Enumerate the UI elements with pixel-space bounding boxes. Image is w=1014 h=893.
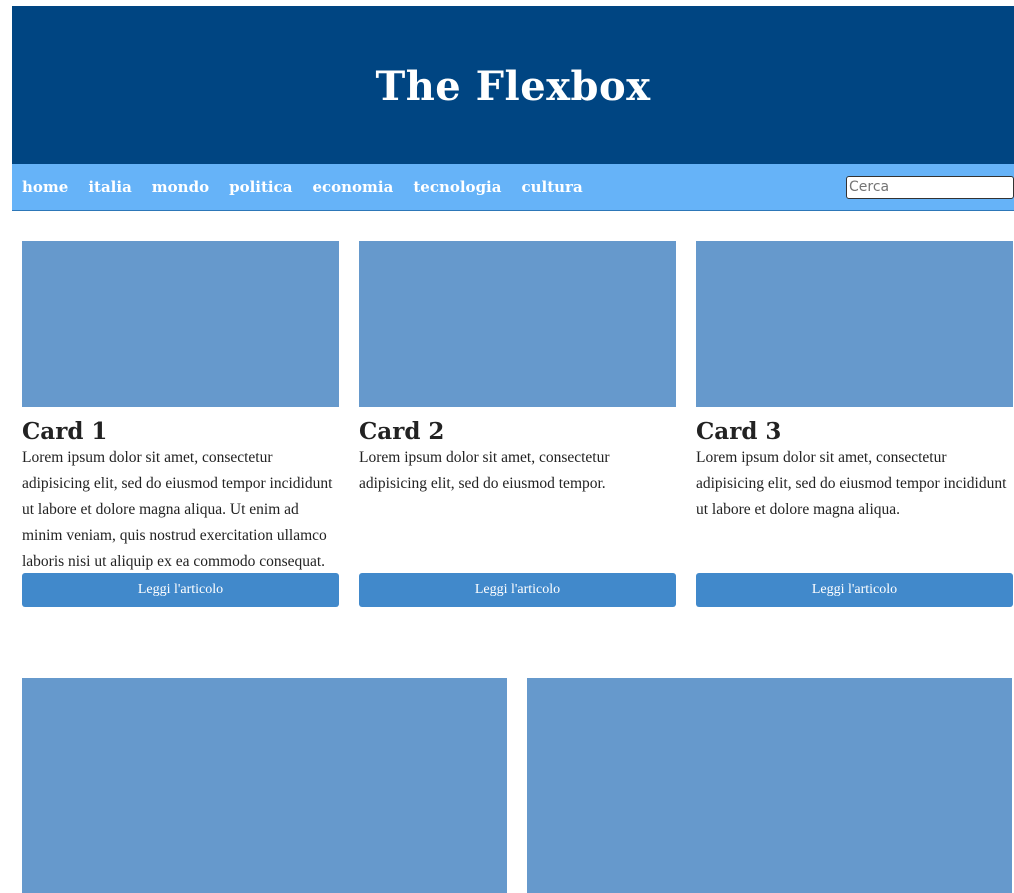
card-body: Card 3 Lorem ipsum dolor sit amet, conse… <box>696 407 1013 564</box>
card-1: Card 1 Lorem ipsum dolor sit amet, conse… <box>22 241 339 607</box>
nav-item-politica[interactable]: politica <box>229 178 292 196</box>
nav-item-home[interactable]: home <box>22 178 68 196</box>
nav-item-italia[interactable]: italia <box>88 178 131 196</box>
read-article-button[interactable]: Leggi l'articolo <box>359 573 676 607</box>
nav-item-mondo[interactable]: mondo <box>152 178 209 196</box>
nav-item-cultura[interactable]: cultura <box>521 178 582 196</box>
card-title: Card 3 <box>696 418 782 445</box>
main-nav: home italia mondo politica economia tecn… <box>12 164 1014 211</box>
read-article-button[interactable]: Leggi l'articolo <box>22 573 339 607</box>
page: The Flexbox home italia mondo politica e… <box>12 6 1014 893</box>
card-title: Card 2 <box>359 418 445 445</box>
featured-image-placeholder-left <box>22 678 507 893</box>
card-image-placeholder <box>359 241 676 407</box>
card-text: Lorem ipsum dolor sit amet, consectetur … <box>22 449 333 570</box>
nav-item-tecnologia[interactable]: tecnologia <box>413 178 501 196</box>
read-article-button[interactable]: Leggi l'articolo <box>696 573 1013 607</box>
search-input[interactable] <box>846 175 1014 199</box>
card-title: Card 1 <box>22 418 108 445</box>
card-text: Lorem ipsum dolor sit amet, consectetur … <box>696 449 1007 518</box>
site-title: The Flexbox <box>375 62 651 110</box>
card-row: Card 1 Lorem ipsum dolor sit amet, conse… <box>22 241 1013 607</box>
card-image-placeholder <box>22 241 339 407</box>
card-text: Lorem ipsum dolor sit amet, consectetur … <box>359 449 610 492</box>
card-3: Card 3 Lorem ipsum dolor sit amet, conse… <box>696 241 1013 607</box>
featured-image-placeholder-right <box>527 678 1012 893</box>
card-2: Card 2 Lorem ipsum dolor sit amet, conse… <box>359 241 676 607</box>
site-header: The Flexbox <box>12 6 1014 164</box>
nav-item-economia[interactable]: economia <box>312 178 393 196</box>
card-body: Card 1 Lorem ipsum dolor sit amet, conse… <box>22 407 339 571</box>
nav-links: home italia mondo politica economia tecn… <box>22 178 583 196</box>
featured-image-row <box>22 678 1013 893</box>
card-body: Card 2 Lorem ipsum dolor sit amet, conse… <box>359 407 676 564</box>
card-image-placeholder <box>696 241 1013 407</box>
